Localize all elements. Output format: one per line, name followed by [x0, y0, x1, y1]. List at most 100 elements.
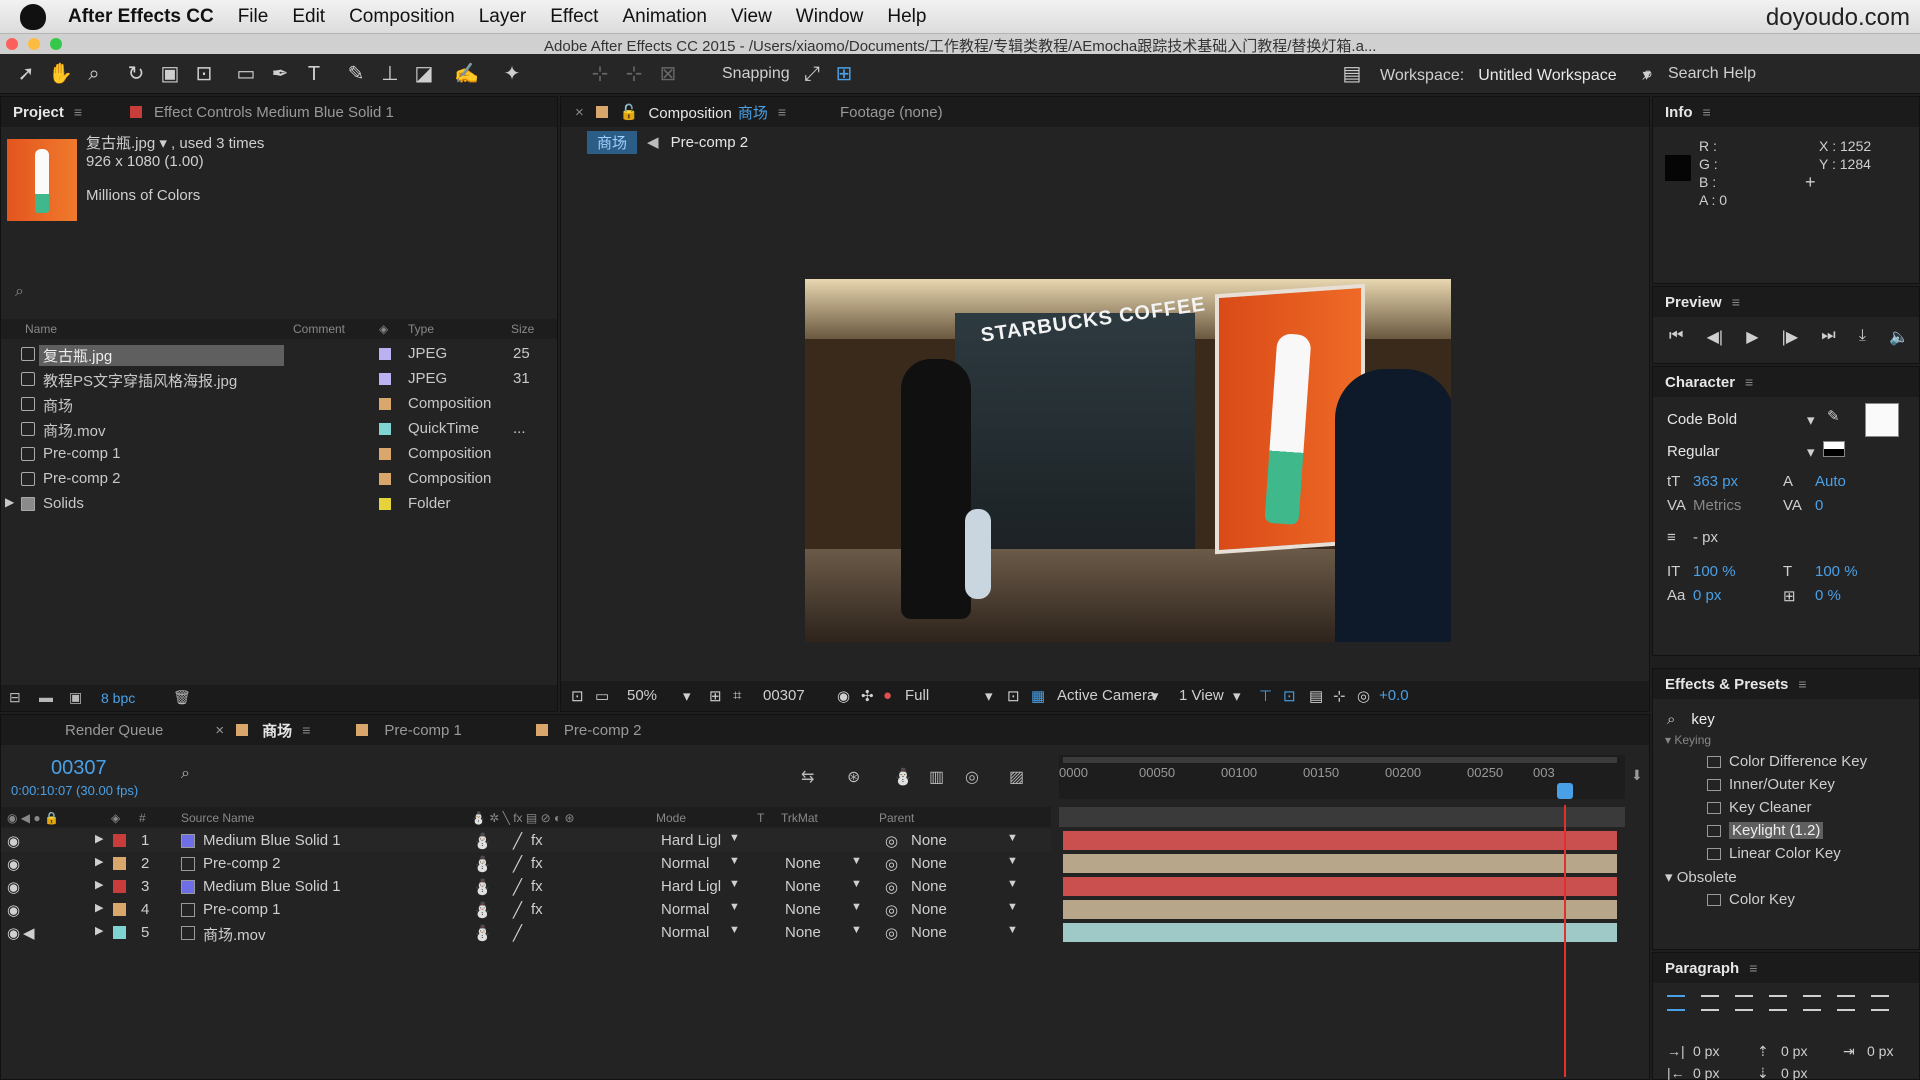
- tsume-value[interactable]: 0 %: [1815, 587, 1841, 604]
- eye-icon[interactable]: ◉: [7, 901, 20, 919]
- view-axis-icon[interactable]: ⊠: [656, 62, 680, 86]
- pickwhip-icon[interactable]: ◎: [885, 901, 898, 919]
- kerning-value[interactable]: Metrics: [1693, 497, 1741, 514]
- indent-right-value[interactable]: 0 px: [1693, 1065, 1719, 1080]
- new-folder-icon[interactable]: ▬: [39, 689, 53, 705]
- project-item[interactable]: 商场 Composition: [1, 391, 557, 416]
- stroke-width-value[interactable]: - px: [1693, 529, 1718, 546]
- col-comment[interactable]: Comment: [293, 322, 345, 336]
- track-matte-dropdown[interactable]: None: [785, 901, 821, 918]
- current-timecode[interactable]: 00307: [51, 757, 107, 780]
- tab-effect-controls[interactable]: Effect Controls Medium Blue Solid 1: [154, 104, 394, 121]
- comp-mini-flowchart-icon[interactable]: ⇆: [801, 767, 814, 787]
- effect-item[interactable]: Key Cleaner: [1707, 799, 1812, 816]
- world-axis-icon[interactable]: ⊹: [622, 62, 646, 86]
- chevron-down-icon[interactable]: ▼: [729, 901, 740, 913]
- chevron-down-icon[interactable]: ▼: [729, 832, 740, 844]
- effect-item[interactable]: Color Difference Key: [1707, 753, 1867, 770]
- camera-dropdown[interactable]: Active Camera: [1057, 687, 1155, 704]
- menu-view[interactable]: View: [731, 6, 772, 28]
- expand-arrow-icon[interactable]: ▶: [95, 832, 103, 845]
- pickwhip-icon[interactable]: ◎: [885, 924, 898, 942]
- effects-group-obsolete[interactable]: ▾ Obsolete: [1665, 868, 1737, 886]
- eye-icon[interactable]: ◉: [7, 878, 20, 896]
- monitor-icon[interactable]: ▭: [595, 687, 609, 705]
- fx-icon[interactable]: fx: [531, 901, 543, 918]
- pickwhip-icon[interactable]: ◎: [885, 878, 898, 896]
- panel-menu-icon[interactable]: ≡: [1798, 676, 1806, 692]
- chevron-down-icon[interactable]: ▼: [729, 924, 740, 936]
- mask-visibility-icon[interactable]: ⌗: [733, 687, 741, 704]
- col-name[interactable]: Name: [25, 322, 57, 336]
- panel-menu-icon[interactable]: ≡: [1703, 104, 1711, 120]
- col-source-name[interactable]: Source Name: [181, 811, 254, 825]
- pickwhip-icon[interactable]: ◎: [885, 855, 898, 873]
- menu-app-name[interactable]: After Effects CC: [68, 6, 214, 28]
- layer-name[interactable]: 商场.mov: [203, 924, 266, 945]
- show-snapshot-icon[interactable]: ✣: [861, 687, 874, 705]
- layer-duration-bar[interactable]: [1063, 900, 1617, 919]
- toggle-pixel-aspect-icon[interactable]: ⊤: [1259, 687, 1272, 705]
- layer-row[interactable]: ◉ ▶ 3 Medium Blue Solid 1 ⛄ ╱ fx Hard Li…: [1, 875, 1051, 898]
- breadcrumb-item[interactable]: 商场: [587, 130, 638, 154]
- label-swatch[interactable]: [379, 373, 391, 385]
- blend-mode-dropdown[interactable]: Normal: [661, 855, 709, 872]
- leading-value[interactable]: Auto: [1815, 473, 1846, 490]
- expand-arrow-icon[interactable]: ▶: [95, 924, 103, 937]
- effect-item[interactable]: Linear Color Key: [1707, 845, 1841, 862]
- tab-preview[interactable]: Preview: [1665, 294, 1722, 311]
- flowchart-icon[interactable]: ⊹: [1333, 687, 1346, 705]
- layer-label-swatch[interactable]: [113, 926, 126, 939]
- align-right-icon[interactable]: [1735, 995, 1753, 1011]
- label-swatch[interactable]: [379, 448, 391, 460]
- justify-all-icon[interactable]: [1871, 995, 1889, 1011]
- shy-layers-icon[interactable]: ⛄: [893, 767, 913, 787]
- layer-name[interactable]: Medium Blue Solid 1: [203, 832, 341, 849]
- layer-search-icon[interactable]: ⌕: [181, 765, 190, 783]
- layer-label-swatch[interactable]: [113, 857, 126, 870]
- blend-mode-dropdown[interactable]: Normal: [661, 924, 709, 941]
- col-type[interactable]: Type: [408, 322, 434, 336]
- previous-frame-icon[interactable]: ◀|: [1707, 327, 1723, 347]
- layer-row[interactable]: ◉ ◀ ▶ 5 商场.mov ⛄ ╱ Normal ▼ None ▼ ◎ Non…: [1, 921, 1051, 944]
- space-before-value[interactable]: 0 px: [1781, 1043, 1807, 1059]
- layer-duration-bar[interactable]: [1063, 831, 1617, 850]
- justify-right-icon[interactable]: [1837, 995, 1855, 1011]
- label-swatch[interactable]: [379, 348, 391, 360]
- project-item[interactable]: Pre-comp 1 Composition: [1, 441, 557, 466]
- parent-dropdown[interactable]: None: [911, 924, 947, 941]
- label-column-icon[interactable]: ◈: [379, 322, 388, 336]
- quality-icon[interactable]: ╱: [513, 901, 522, 919]
- col-t[interactable]: T: [757, 811, 764, 825]
- fast-previews-icon[interactable]: ⊡: [1283, 687, 1296, 705]
- parent-dropdown[interactable]: None: [911, 855, 947, 872]
- lock-icon[interactable]: 🔓: [620, 103, 639, 121]
- fx-icon[interactable]: fx: [531, 878, 543, 895]
- effects-group-keying[interactable]: ▾ Keying: [1665, 733, 1711, 747]
- track-matte-dropdown[interactable]: None: [785, 878, 821, 895]
- col-parent[interactable]: Parent: [879, 811, 914, 825]
- font-style-dropdown[interactable]: Regular: [1667, 443, 1720, 460]
- snapshot-icon[interactable]: ◉: [837, 687, 850, 705]
- align-left-icon[interactable]: [1667, 995, 1685, 1011]
- chevron-down-icon[interactable]: ▼: [1007, 832, 1018, 844]
- frame-blending-icon[interactable]: ▥: [929, 767, 944, 787]
- layer-label-swatch[interactable]: [113, 834, 126, 847]
- new-composition-icon[interactable]: ▣: [69, 689, 82, 706]
- first-line-indent-value[interactable]: 0 px: [1867, 1043, 1893, 1059]
- zoom-tool-icon[interactable]: ⌕: [82, 62, 106, 86]
- shy-icon[interactable]: ⛄: [473, 832, 492, 850]
- project-item[interactable]: 复古瓶.jpg JPEG 25: [1, 341, 557, 366]
- motion-blur-icon[interactable]: ◎: [965, 767, 979, 787]
- workspace-selector[interactable]: Workspace: Untitled Workspace ▾: [1380, 65, 1651, 85]
- clone-stamp-tool-icon[interactable]: ⊥: [378, 62, 402, 86]
- menu-animation[interactable]: Animation: [622, 6, 707, 28]
- transparency-grid-icon[interactable]: ▦: [1031, 687, 1045, 705]
- parent-dropdown[interactable]: None: [911, 901, 947, 918]
- roto-brush-tool-icon[interactable]: ✍: [454, 62, 479, 86]
- indent-left-value[interactable]: 0 px: [1693, 1043, 1719, 1059]
- layer-label-swatch[interactable]: [113, 903, 126, 916]
- breadcrumb-item[interactable]: Pre-comp 2: [671, 134, 749, 151]
- effect-item[interactable]: Keylight (1.2): [1707, 822, 1824, 839]
- layer-duration-bar[interactable]: [1063, 854, 1617, 873]
